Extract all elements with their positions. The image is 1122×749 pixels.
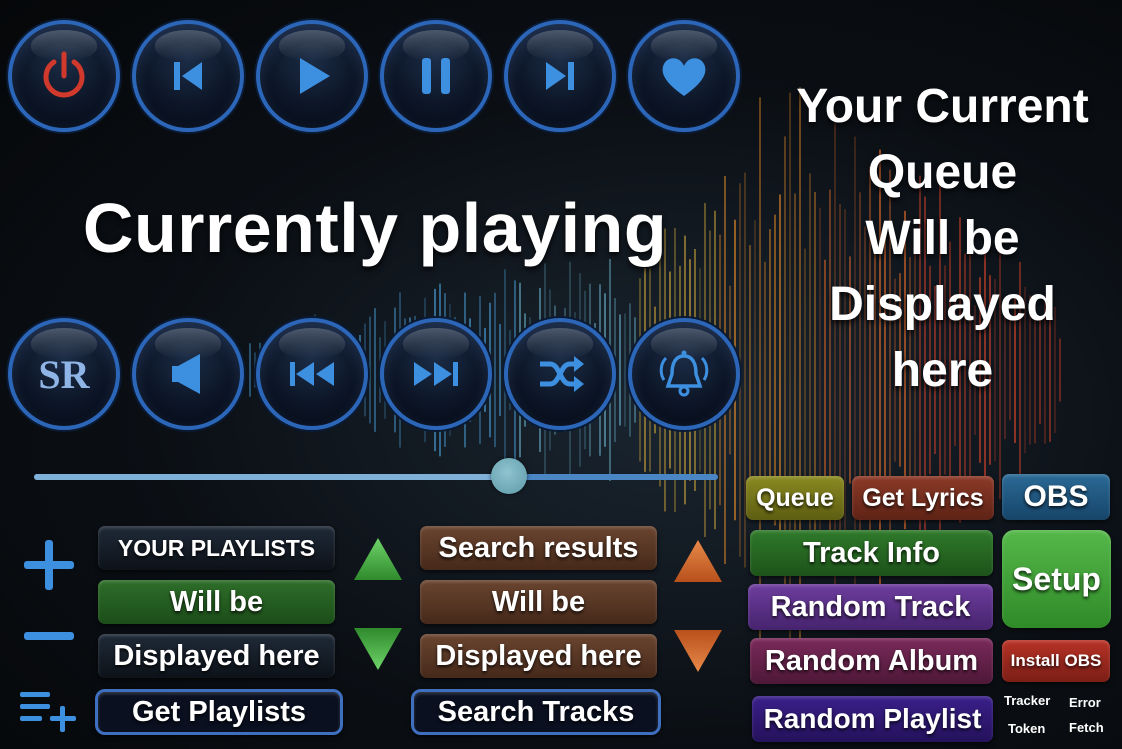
skip-forward-icon — [546, 62, 574, 90]
minus-icon[interactable] — [22, 628, 76, 644]
rewind-icon — [290, 362, 334, 386]
power-button[interactable] — [8, 20, 120, 132]
progress-slider[interactable] — [34, 458, 718, 494]
progress-fill — [34, 474, 510, 480]
playlists-line: Will be — [98, 580, 335, 624]
now-playing-title: Currently playing — [82, 189, 668, 267]
queue-panel: Your Current Queue Will be Displayed her… — [770, 74, 1115, 404]
alert-button[interactable] — [628, 318, 740, 430]
pause-button[interactable] — [380, 20, 492, 132]
playlist-scroll-up-icon[interactable] — [352, 536, 404, 582]
playlists-line: Displayed here — [98, 634, 335, 678]
search-line: Displayed here — [420, 634, 657, 678]
power-icon — [43, 51, 85, 98]
obs-button[interactable]: OBS — [1002, 474, 1110, 520]
get-playlists-button[interactable]: Get Playlists — [95, 689, 343, 735]
song-request-button[interactable]: SR — [8, 318, 120, 430]
skip-back-icon — [174, 62, 202, 90]
heart-icon — [662, 58, 706, 96]
sr-text-icon: SR — [38, 351, 90, 397]
volume-icon — [172, 354, 200, 394]
get-lyrics-button[interactable]: Get Lyrics — [852, 476, 994, 520]
fast-forward-icon — [414, 362, 458, 386]
playlist-scroll-down-icon[interactable] — [352, 626, 404, 672]
queue-button[interactable]: Queue — [746, 476, 844, 520]
search-scroll-up-icon[interactable] — [672, 538, 724, 584]
queue-line: Queue — [867, 146, 1018, 199]
fast-forward-button[interactable] — [380, 318, 492, 430]
track-info-button[interactable]: Track Info — [750, 530, 993, 576]
tracker-token-label-top[interactable]: Tracker — [1004, 693, 1050, 708]
error-fetch-label-top[interactable]: Error — [1069, 695, 1101, 710]
plus-icon[interactable] — [22, 538, 76, 592]
tracker-token-label-bottom[interactable]: Token — [1008, 721, 1045, 736]
shuffle-button[interactable] — [504, 318, 616, 430]
setup-button[interactable]: Setup — [1002, 530, 1111, 628]
random-playlist-button[interactable]: Random Playlist — [752, 696, 993, 742]
next-track-button[interactable] — [504, 20, 616, 132]
rewind-button[interactable] — [256, 318, 368, 430]
error-fetch-label-bottom[interactable]: Fetch — [1069, 720, 1104, 735]
search-line: Will be — [420, 580, 657, 624]
queue-line: Your Current — [796, 80, 1089, 133]
install-obs-button[interactable]: Install OBS — [1002, 640, 1110, 682]
play-icon — [300, 58, 330, 94]
search-tracks-button[interactable]: Search Tracks — [411, 689, 661, 735]
shuffle-icon — [540, 356, 584, 392]
like-button[interactable] — [628, 20, 740, 132]
search-scroll-down-icon[interactable] — [672, 628, 724, 674]
bell-ringing-icon — [659, 350, 709, 397]
queue-line: Will be — [865, 212, 1020, 265]
queue-line: here — [891, 344, 994, 397]
search-header: Search results — [420, 526, 657, 570]
random-album-button[interactable]: Random Album — [750, 638, 993, 684]
random-track-button[interactable]: Random Track — [748, 584, 993, 630]
pause-icon — [422, 58, 450, 94]
play-button[interactable] — [256, 20, 368, 132]
playlist-add-icon[interactable] — [18, 688, 78, 734]
progress-thumb[interactable] — [491, 458, 528, 494]
previous-track-button[interactable] — [132, 20, 244, 132]
queue-line: Displayed — [829, 278, 1056, 331]
playlists-header: YOUR PLAYLISTS — [98, 526, 335, 570]
volume-button[interactable] — [132, 318, 244, 430]
